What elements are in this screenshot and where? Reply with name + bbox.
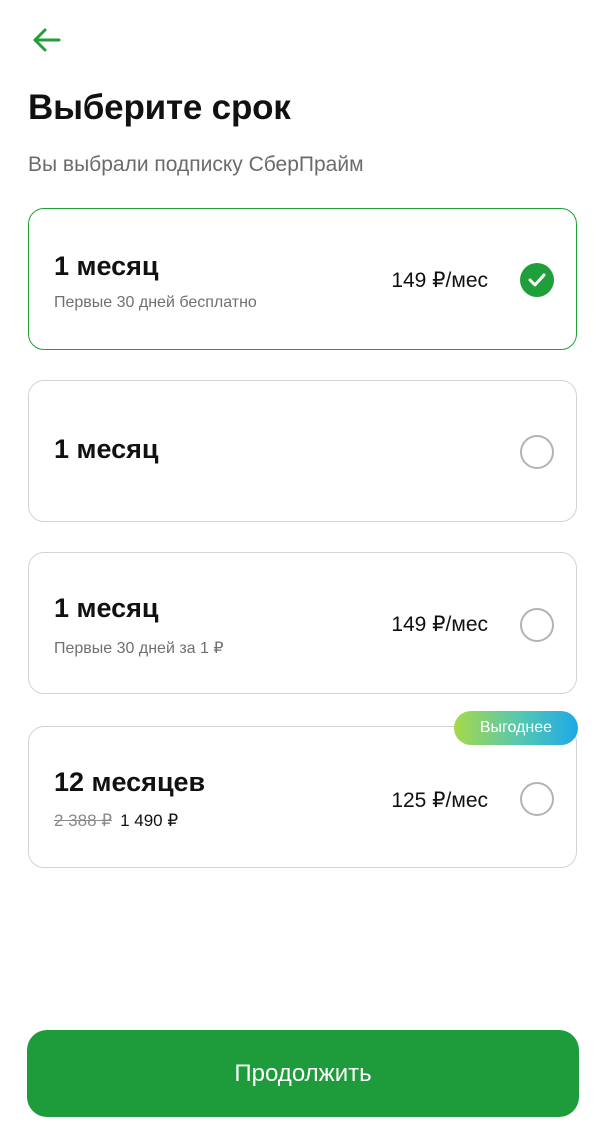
continue-button[interactable]: Продолжить bbox=[27, 1030, 579, 1117]
radio-unchecked[interactable] bbox=[520, 435, 554, 469]
arrow-left-icon bbox=[33, 28, 61, 52]
radio-unchecked[interactable] bbox=[520, 608, 554, 642]
plan-option-1-month-free[interactable]: 1 месяц Первые 30 дней бесплатно 149 ₽/м… bbox=[28, 208, 577, 350]
plan-title: 12 месяцев bbox=[54, 767, 206, 797]
plan-description: Первые 30 дней за 1 ₽ bbox=[54, 640, 224, 657]
plan-price-comparison: 2 388 ₽ 1 490 ₽ bbox=[54, 811, 178, 831]
plan-title: 1 месяц bbox=[54, 593, 159, 623]
plan-price: 125 ₽/мес bbox=[391, 789, 488, 812]
old-price: 2 388 ₽ bbox=[54, 811, 113, 830]
new-price: 1 490 ₽ bbox=[120, 811, 179, 830]
page-title: Выберите срок bbox=[28, 88, 291, 127]
plan-option-12-months[interactable]: Выгоднее 12 месяцев 2 388 ₽ 1 490 ₽ 125 ₽… bbox=[28, 711, 578, 868]
plan-option-1-month[interactable]: 1 месяц bbox=[28, 380, 577, 522]
page-subtitle: Вы выбрали подписку СберПрайм bbox=[28, 153, 364, 176]
plan-description: Первые 30 дней бесплатно bbox=[54, 294, 257, 311]
plan-price: 149 ₽/мес bbox=[391, 613, 488, 636]
checkmark-icon bbox=[528, 273, 546, 287]
plan-title: 1 месяц bbox=[54, 434, 159, 464]
best-value-badge: Выгоднее bbox=[453, 711, 578, 745]
radio-checked[interactable] bbox=[520, 263, 554, 297]
plan-price: 149 ₽/мес bbox=[391, 269, 488, 292]
back-button[interactable] bbox=[26, 20, 66, 60]
radio-unchecked[interactable] bbox=[520, 782, 554, 816]
plan-option-1-month-trial[interactable]: 1 месяц Первые 30 дней за 1 ₽ 149 ₽/мес bbox=[28, 552, 577, 694]
plan-title: 1 месяц bbox=[54, 251, 159, 281]
